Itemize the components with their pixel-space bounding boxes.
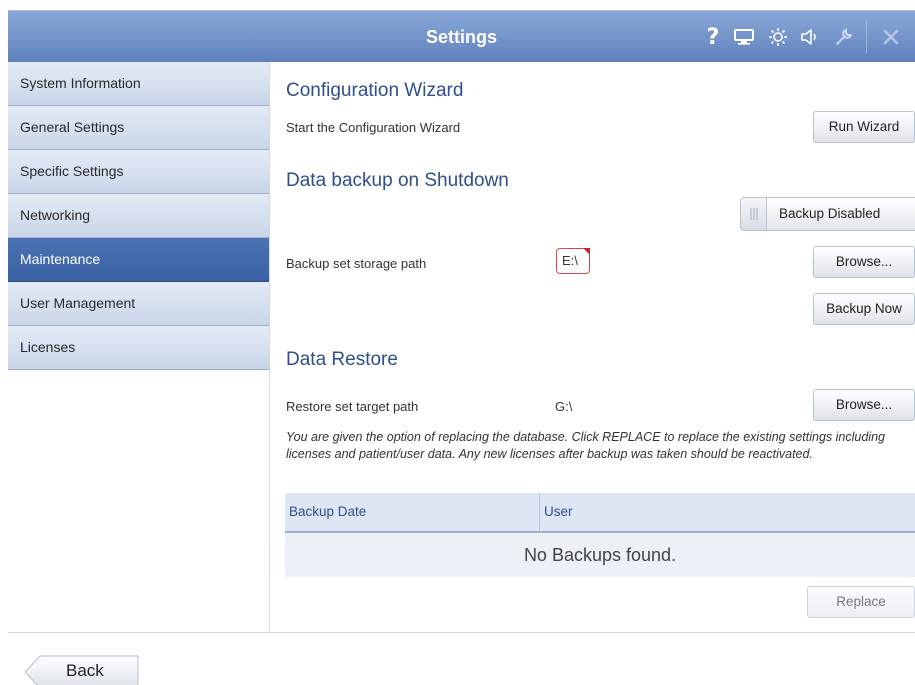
footer-divider [8,632,915,633]
brightness-icon[interactable] [766,11,790,63]
backup-browse-button[interactable]: Browse... [813,246,915,278]
sidebar-item-maintenance[interactable]: Maintenance [8,238,269,282]
help-icon[interactable]: ? [702,11,724,63]
replace-button[interactable]: Replace [807,586,915,618]
settings-sidebar: System Information General Settings Spec… [8,62,269,370]
restore-path-value: G:\ [555,399,573,414]
configuration-wizard-description: Start the Configuration Wizard [286,120,461,135]
data-backup-heading: Data backup on Shutdown [286,170,509,191]
sidebar-item-user-management[interactable]: User Management [8,282,269,326]
toggle-grip-icon [741,198,767,230]
sidebar-item-networking[interactable]: Networking [8,194,269,238]
data-restore-heading: Data Restore [286,349,398,370]
configuration-wizard-heading: Configuration Wizard [286,80,464,101]
sidebar-item-specific-settings[interactable]: Specific Settings [8,150,269,194]
replace-warning-text: You are given the option of replacing th… [286,430,885,461]
back-button-label: Back [66,661,104,680]
backup-toggle-label: Backup Disabled [779,206,881,221]
sidebar-item-system-information[interactable]: System Information [8,62,269,106]
backup-path-label: Backup set storage path [286,256,427,271]
toolbar-divider [866,21,867,53]
sidebar-item-general-settings[interactable]: General Settings [8,106,269,150]
empty-table-message: No Backups found. [285,533,915,577]
help-glyph: ? [706,24,720,50]
back-button[interactable]: Back [24,655,140,685]
backups-table-header: Backup Date User [285,493,915,533]
backup-now-button[interactable]: Backup Now [813,293,915,325]
backup-toggle[interactable]: Backup Disabled [740,197,915,231]
wrench-icon[interactable] [832,11,856,63]
volume-icon[interactable] [798,11,822,63]
display-icon[interactable] [732,11,756,63]
sidebar-item-licenses[interactable]: Licenses [8,326,269,370]
backups-table: Backup Date User No Backups found. [285,493,915,577]
restore-path-label: Restore set target path [286,399,419,414]
backup-path-field[interactable]: E:\ [556,248,590,274]
title-bar: Settings ? [8,10,915,62]
restore-browse-button[interactable]: Browse... [813,389,915,421]
column-header-backup-date[interactable]: Backup Date [285,493,366,531]
maintenance-panel: Configuration Wizard Start the Configura… [270,62,915,632]
close-icon[interactable] [876,11,906,63]
column-header-user[interactable]: User [540,493,573,531]
run-wizard-button[interactable]: Run Wizard [813,111,915,143]
